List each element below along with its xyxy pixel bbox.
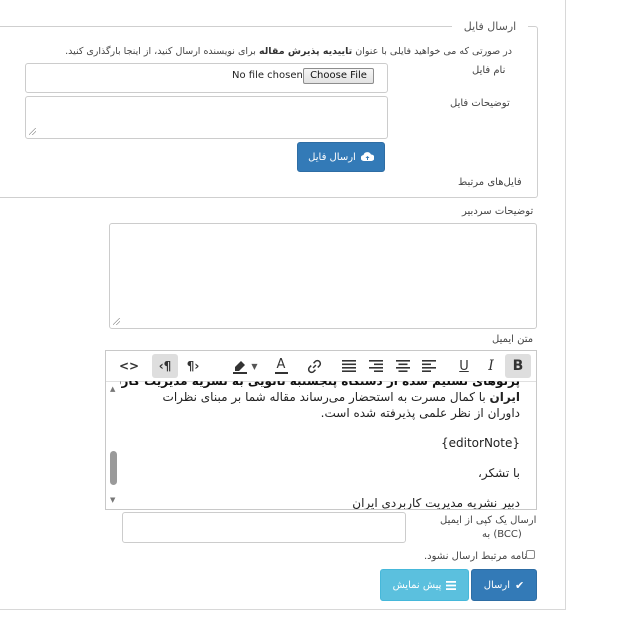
list-icon bbox=[446, 580, 457, 590]
font-color-letter: A bbox=[276, 356, 286, 372]
font-color-bar bbox=[274, 371, 288, 374]
align-left-glyph bbox=[422, 360, 436, 372]
check-icon: ✔ bbox=[515, 578, 525, 592]
email-editor[interactable]: B I U A ▼ ¶› ‹¶ <> پرتوهای تسلیم شده از … bbox=[105, 350, 537, 510]
underline-icon[interactable]: U bbox=[452, 354, 476, 378]
email-line-cut: پرتوهای تسلیم شده از دستگاه پنجشنبه نانو… bbox=[120, 381, 520, 388]
no-send-checkbox[interactable] bbox=[526, 550, 535, 559]
note-suffix: برای نویسنده ارسال کنید، از اینجا بارگذا… bbox=[65, 46, 256, 57]
resize-handle-icon[interactable] bbox=[113, 318, 120, 325]
scroll-up-icon[interactable]: ▲ bbox=[110, 385, 115, 393]
note-bold: تاییدیه پذیرش مقاله bbox=[258, 46, 353, 57]
rtl-icon[interactable]: ‹¶ bbox=[152, 354, 178, 378]
editor-notes-textarea[interactable] bbox=[109, 223, 537, 329]
panel-bottom-border bbox=[0, 609, 566, 610]
scroll-down-icon[interactable]: ▼ bbox=[110, 496, 115, 504]
file-upload-legend: ارسال فایل bbox=[452, 18, 528, 36]
align-right-icon[interactable] bbox=[364, 354, 388, 378]
email-text-label: متن ایمیل bbox=[492, 334, 534, 345]
bcc-label-line1: ارسال یک کپی از ایمیل bbox=[440, 515, 537, 526]
align-center-glyph bbox=[396, 360, 410, 372]
file-name-label: نام فایل bbox=[472, 65, 506, 76]
align-center-icon[interactable] bbox=[391, 354, 415, 378]
file-upload-note: در صورتی که می خواهید فایلی با عنوان تای… bbox=[30, 46, 512, 57]
send-button[interactable]: ✔ ارسال bbox=[471, 569, 537, 601]
chevron-down-icon: ▼ bbox=[251, 361, 258, 371]
scrollbar-thumb[interactable] bbox=[110, 451, 117, 485]
panel-right-border bbox=[565, 0, 566, 610]
font-color-icon[interactable]: A bbox=[269, 354, 293, 378]
editor-toolbar: B I U A ▼ ¶› ‹¶ <> bbox=[106, 351, 536, 382]
link-icon[interactable] bbox=[302, 354, 326, 378]
email-signature: دبیر نشریه مدیریت کاربردی ایران bbox=[352, 496, 520, 509]
editor-notes-label: توضیحات سردبیر bbox=[462, 206, 534, 217]
email-thanks: با تشکر، bbox=[478, 466, 520, 480]
bcc-label-line2: (BCC) به bbox=[482, 529, 522, 540]
file-status: No file chosen bbox=[232, 70, 303, 81]
related-files-label: فایل‌های مرتبط bbox=[458, 177, 522, 188]
bcc-email-input[interactable] bbox=[122, 512, 406, 543]
highlighter-glyph bbox=[233, 360, 248, 374]
choose-file-button[interactable]: Choose File bbox=[303, 68, 374, 84]
no-send-label: نامه مرتبط ارسال نشود. bbox=[424, 551, 528, 562]
upload-file-label: ارسال فایل bbox=[308, 151, 356, 163]
cloud-upload-icon bbox=[360, 152, 374, 162]
italic-icon[interactable]: I bbox=[479, 354, 503, 378]
email-line-1: با کمال مسرت به استحضار می‌رساند مقاله ش… bbox=[162, 390, 486, 404]
upload-file-button[interactable]: ارسال فایل bbox=[297, 142, 385, 172]
preview-label: پیش نمایش bbox=[392, 579, 442, 591]
send-label: ارسال bbox=[483, 579, 511, 591]
bold-icon[interactable]: B bbox=[505, 354, 531, 378]
file-description-label: توضیحات فایل bbox=[450, 98, 510, 109]
email-line-2: داوران از نظر علمی پذیرفته شده است. bbox=[320, 406, 520, 420]
file-description-textarea[interactable] bbox=[25, 96, 388, 139]
email-editor-note: {editorNote} bbox=[441, 436, 520, 450]
source-code-icon[interactable]: <> bbox=[116, 354, 142, 378]
highlight-icon[interactable]: ▼ bbox=[226, 354, 264, 378]
link-glyph bbox=[307, 359, 321, 373]
align-left-icon[interactable] bbox=[417, 354, 441, 378]
email-line-1-bold: ایران bbox=[489, 390, 520, 404]
email-content[interactable]: پرتوهای تسلیم شده از دستگاه پنجشنبه نانو… bbox=[120, 381, 524, 509]
align-justify-glyph bbox=[342, 360, 356, 372]
ltr-icon[interactable]: ¶› bbox=[178, 354, 208, 378]
note-prefix: در صورتی که می خواهید فایلی با عنوان bbox=[355, 46, 512, 57]
resize-handle-icon[interactable] bbox=[29, 128, 36, 135]
align-justify-icon[interactable] bbox=[337, 354, 361, 378]
preview-button[interactable]: پیش نمایش bbox=[380, 569, 469, 601]
align-right-glyph bbox=[369, 360, 383, 372]
